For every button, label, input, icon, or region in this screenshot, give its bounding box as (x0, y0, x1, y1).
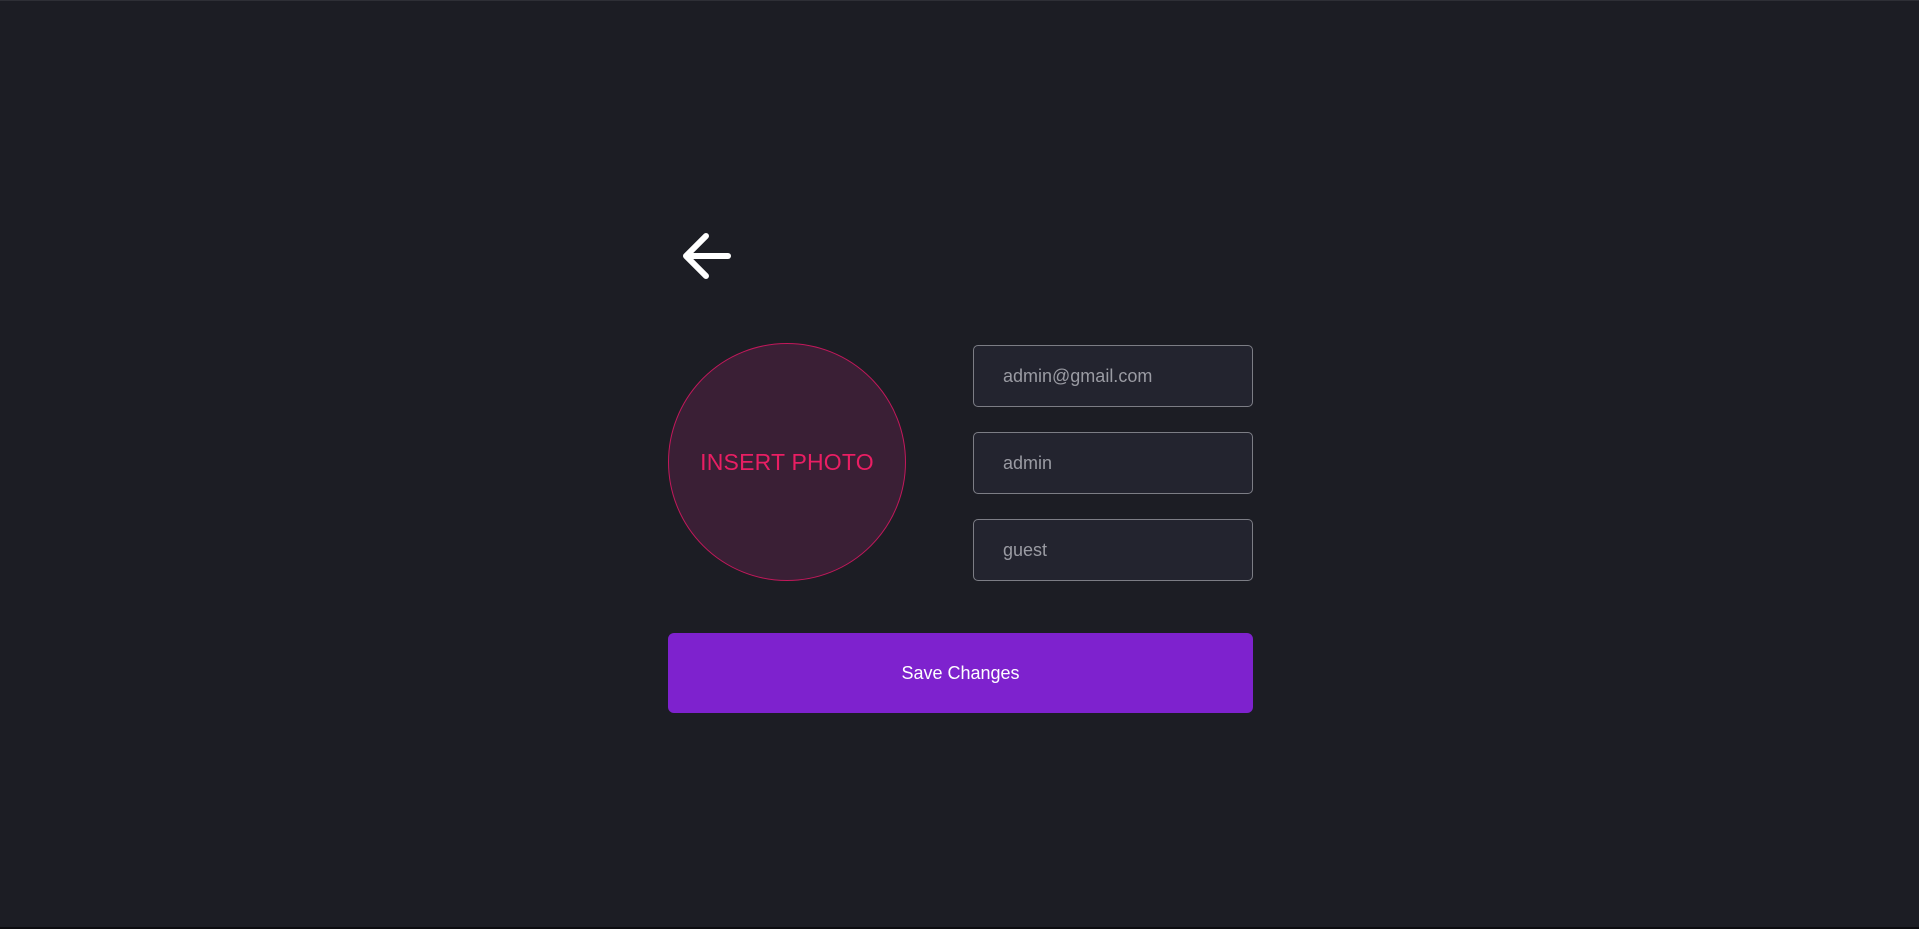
role-field[interactable] (973, 519, 1253, 581)
save-changes-button[interactable]: Save Changes (668, 633, 1253, 713)
username-field[interactable] (973, 432, 1253, 494)
insert-photo-button[interactable]: INSERT PHOTO (668, 343, 906, 581)
arrow-left-icon (683, 233, 731, 279)
insert-photo-label: INSERT PHOTO (700, 448, 874, 475)
back-button[interactable] (676, 228, 736, 284)
email-field[interactable] (973, 345, 1253, 407)
top-divider (0, 0, 1919, 1)
